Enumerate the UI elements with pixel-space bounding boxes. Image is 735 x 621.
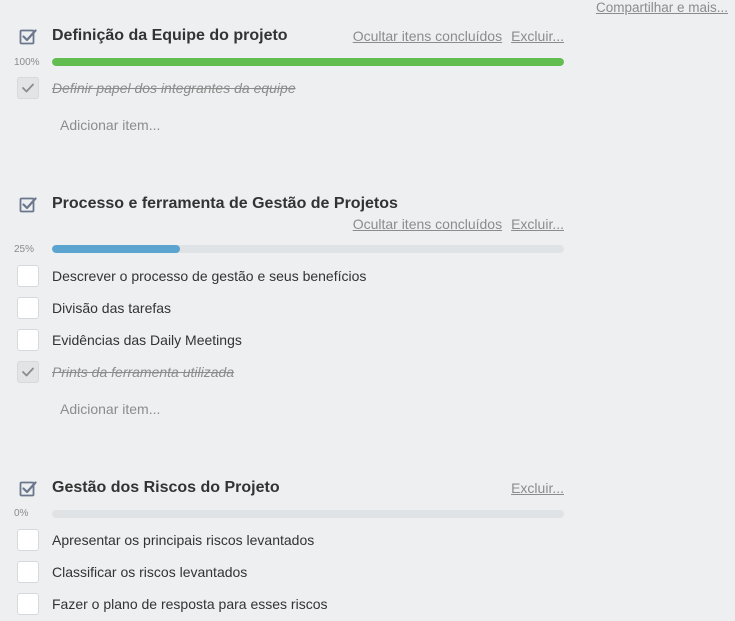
item-checkbox[interactable] <box>17 561 39 583</box>
item-checkbox[interactable] <box>17 329 39 351</box>
check-icon <box>22 367 34 377</box>
checklists-panel: Compartilhar e mais... Definição da Equi… <box>0 0 735 621</box>
checklist-item: Divisão das tarefas <box>0 295 600 321</box>
progress-percent: 0% <box>14 508 29 519</box>
item-checkbox[interactable] <box>17 265 39 287</box>
checklist-item: Descrever o processo de gestão e seus be… <box>0 263 600 289</box>
item-checkbox[interactable] <box>17 529 39 551</box>
hide-completed-link[interactable]: Ocultar itens concluídos <box>353 216 502 232</box>
item-text[interactable]: Descrever o processo de gestão e seus be… <box>52 268 366 284</box>
checklist-title[interactable]: Gestão dos Riscos do Projeto <box>52 479 280 497</box>
item-checkbox-checked[interactable] <box>17 77 39 99</box>
add-item-link[interactable]: Adicionar item... <box>60 117 160 133</box>
item-text[interactable]: Apresentar os principais riscos levantad… <box>52 532 314 548</box>
checklist-actions: Ocultar itens concluídos Excluir... <box>344 216 564 232</box>
delete-checklist-link[interactable]: Excluir... <box>511 28 564 44</box>
checklist-item: Classificar os riscos levantados <box>0 559 600 585</box>
checklist-actions: Excluir... <box>502 480 564 496</box>
checklist-item: Apresentar os principais riscos levantad… <box>0 527 600 553</box>
delete-checklist-link[interactable]: Excluir... <box>511 480 564 496</box>
checklist-icon <box>19 27 37 45</box>
item-checkbox-checked[interactable] <box>17 361 39 383</box>
progress-bar-fill <box>52 245 180 253</box>
add-item-link[interactable]: Adicionar item... <box>60 401 160 417</box>
progress-bar <box>52 245 564 253</box>
item-checkbox[interactable] <box>17 297 39 319</box>
checklist-title[interactable]: Processo e ferramenta de Gestão de Proje… <box>52 195 398 213</box>
item-text[interactable]: Definir papel dos integrantes da equipe <box>52 80 296 96</box>
progress-bar <box>52 58 564 66</box>
share-and-more-link[interactable]: Compartilhar e mais... <box>596 0 728 15</box>
item-text[interactable]: Fazer o plano de resposta para esses ris… <box>52 596 327 612</box>
checklist-icon <box>19 479 37 497</box>
checklist-title[interactable]: Definição da Equipe do projeto <box>52 27 288 45</box>
progress-percent: 25% <box>14 244 35 255</box>
delete-checklist-link[interactable]: Excluir... <box>511 216 564 232</box>
hide-completed-link[interactable]: Ocultar itens concluídos <box>353 28 502 44</box>
checklist-item: Evidências das Daily Meetings <box>0 327 600 353</box>
checklist-item: Fazer o plano de resposta para esses ris… <box>0 591 600 617</box>
check-icon <box>22 83 34 93</box>
checklist-actions: Ocultar itens concluídos Excluir... <box>344 28 564 44</box>
checklist-item: Prints da ferramenta utilizada <box>0 359 600 385</box>
item-text[interactable]: Evidências das Daily Meetings <box>52 332 242 348</box>
item-text[interactable]: Prints da ferramenta utilizada <box>52 364 234 380</box>
item-checkbox[interactable] <box>17 593 39 615</box>
progress-bar <box>52 510 564 518</box>
progress-bar-fill <box>52 58 564 66</box>
item-text[interactable]: Divisão das tarefas <box>52 300 171 316</box>
progress-percent: 100% <box>14 57 40 68</box>
item-text[interactable]: Classificar os riscos levantados <box>52 564 247 580</box>
checklist-item: Definir papel dos integrantes da equipe <box>0 75 600 101</box>
checklist-icon <box>19 195 37 213</box>
